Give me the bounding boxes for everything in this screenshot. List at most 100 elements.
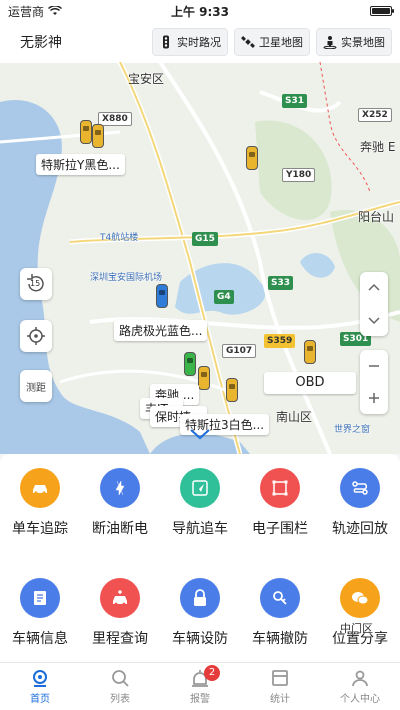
vehicle-marker[interactable] bbox=[304, 340, 316, 364]
tab-alarm[interactable]: 报警 2 bbox=[160, 663, 240, 710]
tab-profile[interactable]: 个人中心 bbox=[320, 663, 400, 710]
lock-icon bbox=[180, 578, 220, 618]
share-icon bbox=[340, 578, 380, 618]
place-label-yangtai: 阳台山 bbox=[358, 210, 395, 224]
road-g107: G107 bbox=[222, 344, 257, 358]
tab-list[interactable]: 列表 bbox=[80, 663, 160, 710]
menu-label: 电子围栏 bbox=[252, 521, 308, 537]
place-label-window: 世界之窗 bbox=[334, 425, 371, 435]
place-label-benchi: 奔驰 E bbox=[360, 140, 396, 154]
tab-bar: 首页 列表 报警 2 统计 个人中心 bbox=[0, 662, 400, 710]
vehicle-marker[interactable] bbox=[156, 284, 168, 308]
road-s359: S359 bbox=[264, 334, 296, 348]
menu-label: 里程查询 bbox=[92, 631, 148, 647]
measure-label: 测距 bbox=[26, 382, 46, 394]
vehicle-marker[interactable] bbox=[80, 120, 92, 144]
place-label-airport: 深圳宝安国际机场 bbox=[90, 273, 163, 283]
car-track-icon bbox=[20, 468, 60, 508]
zoom-in-icon[interactable] bbox=[367, 391, 381, 405]
vehicle-info-icon bbox=[20, 578, 60, 618]
place-label-nanshan: 南山区 bbox=[276, 410, 313, 424]
menu-item-arm[interactable]: 车辆设防 bbox=[160, 578, 240, 648]
map-view[interactable]: 宝安区 奔驰 E 阳台山 T4航站楼 深圳宝安国际机场 南山区 世界之窗 X88… bbox=[0, 62, 400, 454]
menu-label: 断油断电 bbox=[92, 521, 148, 537]
tab-label: 个人中心 bbox=[340, 694, 380, 705]
menu-item-navigation[interactable]: 导航追车 bbox=[160, 468, 240, 538]
unlock-icon bbox=[260, 578, 300, 618]
zoom-controls bbox=[360, 350, 388, 414]
app-title: 无影神 bbox=[20, 35, 62, 51]
place-label-baoan: 宝安区 bbox=[128, 72, 165, 86]
app-header: 无影神 实时路况 卫星地图 实景地图 bbox=[0, 22, 400, 62]
menu-item-playback[interactable]: 轨迹回放 bbox=[320, 468, 400, 538]
menu-label: 轨迹回放 bbox=[332, 521, 388, 537]
menu-item-fuel-cut[interactable]: 断油断电 bbox=[80, 468, 160, 538]
stats-icon bbox=[272, 670, 288, 686]
road-s33: S33 bbox=[268, 276, 294, 290]
alarm-badge: 2 bbox=[204, 665, 220, 681]
tab-label: 报警 bbox=[190, 694, 210, 705]
menu-label: 单车追踪 bbox=[12, 521, 68, 537]
function-menu: 单车追踪 断油断电 导航追车 电子围栏 轨迹回放 车辆信息 里程查询 车辆设防 … bbox=[0, 454, 400, 662]
refresh-countdown-button[interactable]: 15 bbox=[20, 268, 52, 300]
menu-item-share-location[interactable]: 位置分享 bbox=[320, 578, 400, 648]
tab-label: 统计 bbox=[270, 694, 290, 705]
menu-item-fence[interactable]: 电子围栏 bbox=[240, 468, 320, 538]
fuel-cut-icon bbox=[100, 468, 140, 508]
refresh-count: 15 bbox=[30, 279, 41, 288]
satellite-map-button[interactable]: 卫星地图 bbox=[234, 28, 310, 56]
tab-label: 列表 bbox=[110, 694, 130, 705]
vehicle-marker[interactable] bbox=[246, 146, 258, 170]
road-g15: G15 bbox=[192, 232, 218, 246]
satellite-map-label: 卫星地图 bbox=[259, 36, 303, 49]
menu-label: 车辆信息 bbox=[12, 631, 68, 647]
measure-distance-button[interactable]: 测距 bbox=[20, 370, 52, 402]
vehicle-marker[interactable] bbox=[226, 378, 238, 402]
road-y180: Y180 bbox=[282, 168, 316, 182]
place-label-park: 中门区 bbox=[340, 622, 373, 635]
menu-item-mileage[interactable]: 里程查询 bbox=[80, 578, 160, 648]
tab-home[interactable]: 首页 bbox=[0, 663, 80, 710]
route-playback-icon bbox=[340, 468, 380, 508]
menu-label: 车辆撤防 bbox=[252, 631, 308, 647]
vehicle-label-tesla-y[interactable]: 特斯拉Y黑色... bbox=[36, 154, 125, 175]
navigation-icon bbox=[180, 468, 220, 508]
street-view-label: 实景地图 bbox=[341, 36, 385, 49]
menu-item-single-track[interactable]: 单车追踪 bbox=[0, 468, 80, 538]
zoom-out-icon[interactable] bbox=[367, 359, 381, 373]
menu-item-vehicle-info[interactable]: 车辆信息 bbox=[0, 578, 80, 648]
road-x252: X252 bbox=[358, 108, 392, 122]
realtime-traffic-label: 实时路况 bbox=[177, 36, 221, 49]
vehicle-label-land-rover[interactable]: 路虎极光蓝色... bbox=[114, 320, 208, 341]
mileage-icon bbox=[100, 578, 140, 618]
chevron-down-icon[interactable] bbox=[367, 313, 381, 327]
locate-button[interactable] bbox=[20, 320, 52, 352]
road-g4: G4 bbox=[214, 290, 234, 304]
road-s31: S31 bbox=[282, 94, 308, 108]
traffic-light-icon bbox=[163, 35, 169, 49]
vehicle-marker[interactable] bbox=[198, 366, 210, 390]
carrier-label: 运营商 bbox=[8, 4, 45, 19]
realtime-traffic-button[interactable]: 实时路况 bbox=[152, 28, 228, 56]
place-label-t4: T4航站楼 bbox=[100, 233, 139, 243]
menu-label: 导航追车 bbox=[172, 521, 228, 537]
battery-icon bbox=[370, 6, 394, 16]
search-icon bbox=[112, 670, 129, 687]
status-bar: 运营商 上午 9:33 bbox=[0, 0, 400, 22]
menu-item-disarm[interactable]: 车辆撤防 bbox=[240, 578, 320, 648]
home-icon bbox=[33, 670, 47, 687]
obd-label[interactable]: OBD bbox=[264, 372, 356, 394]
road-x880: X880 bbox=[98, 112, 132, 126]
user-icon bbox=[352, 670, 368, 687]
street-view-button[interactable]: 实景地图 bbox=[316, 28, 392, 56]
vehicle-marker[interactable] bbox=[92, 124, 104, 148]
vehicle-marker[interactable] bbox=[184, 352, 196, 376]
street-view-icon bbox=[323, 36, 337, 49]
collapse-panel-button[interactable] bbox=[182, 424, 218, 444]
fence-icon bbox=[260, 468, 300, 508]
tab-stats[interactable]: 统计 bbox=[240, 663, 320, 710]
locate-icon bbox=[27, 327, 45, 345]
tab-label: 首页 bbox=[30, 694, 50, 705]
chevron-up-icon[interactable] bbox=[367, 281, 381, 295]
satellite-icon bbox=[241, 36, 255, 48]
